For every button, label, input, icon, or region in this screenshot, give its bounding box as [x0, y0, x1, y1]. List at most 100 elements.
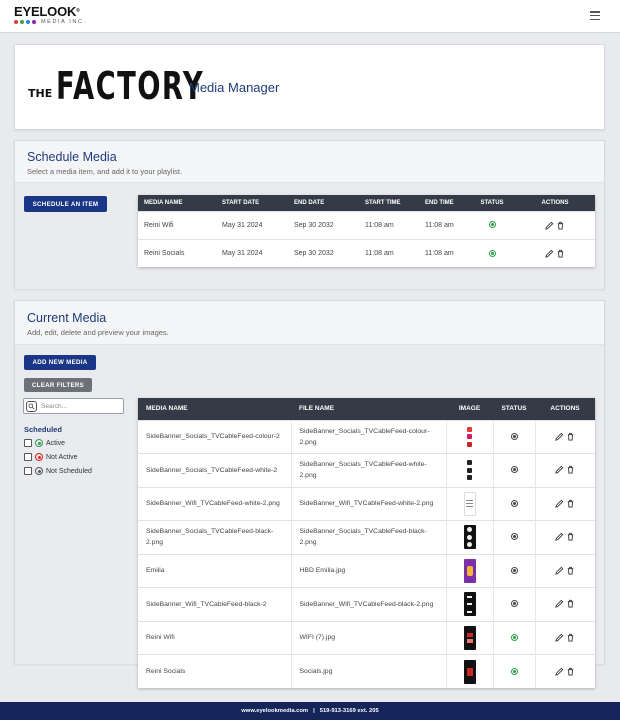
logo-dot-purple: [32, 20, 36, 24]
social-dark-icon[interactable]: [463, 525, 476, 550]
delete-trash-icon[interactable]: [566, 667, 575, 676]
current-media-body: ADD NEW MEDIA CLEAR FILTERS Search... Sc…: [15, 345, 604, 688]
edit-pencil-icon[interactable]: [555, 432, 564, 441]
cell-media-name: SideBanner_Wifi_TVCableFeed-white-2.png: [138, 486, 291, 521]
eyelook-logo[interactable]: EYELOOK® MEDIA INC.: [14, 5, 87, 25]
col-status: STATUS: [469, 195, 515, 211]
status-active-icon: [488, 249, 496, 257]
filter-title: Scheduled: [24, 425, 62, 434]
media-table: MEDIA NAME FILE NAME IMAGE STATUS ACTION…: [138, 398, 595, 688]
table-row: SideBanner_Wifi_TVCableFeed-white-2.png S…: [138, 486, 595, 521]
wifi-red-icon[interactable]: [463, 625, 476, 650]
cell-media-name: SideBanner_Socials_TVCableFeed-black-2.p…: [138, 520, 291, 554]
col-file-name[interactable]: FILE NAME: [291, 398, 446, 420]
current-media-subtitle: Add, edit, delete and preview your image…: [27, 328, 169, 337]
socials-red-icon[interactable]: [463, 659, 476, 684]
status-not-active-icon: [35, 453, 43, 461]
cell-media-name: SideBanner_Wifi_TVCableFeed-black-2: [138, 587, 291, 621]
cell-media-name: SideBanner_Socials_TVCableFeed-colour-2: [138, 419, 291, 454]
schedule-media-card: Schedule Media Select a media item, and …: [14, 140, 605, 289]
filter-checkbox[interactable]: [24, 439, 32, 447]
page-title: Media Manager: [189, 80, 280, 95]
cell-file-name: HBD Emilia.jpg: [290, 553, 446, 588]
edit-pencil-icon[interactable]: [555, 532, 564, 542]
cell-file-name: SideBanner_Wifi_TVCableFeed-black-2.png: [290, 587, 446, 621]
edit-pencil-icon[interactable]: [555, 465, 564, 475]
status-not-scheduled-icon: [510, 566, 518, 574]
cell-file-name: Socials.jpg: [290, 654, 446, 688]
col-end-time[interactable]: END TIME: [419, 195, 469, 211]
table-row: SideBanner_Socials_TVCableFeed-black-2.p…: [138, 520, 595, 554]
cell-end-date: Sep 30 2032: [288, 210, 359, 239]
delete-trash-icon[interactable]: [556, 221, 565, 230]
col-end-date[interactable]: END DATE: [288, 195, 359, 211]
edit-pencil-icon[interactable]: [545, 221, 554, 230]
filter-not-active[interactable]: Not Active: [24, 453, 78, 461]
schedule-media-subtitle: Select a media item, and add it to your …: [27, 167, 183, 176]
media-table-header: MEDIA NAME FILE NAME IMAGE STATUS ACTION…: [138, 398, 595, 420]
cell-media-name: SideBanner_Socials_TVCableFeed-white-2: [138, 453, 291, 487]
table-row: SideBanner_Socials_TVCableFeed-colour-2 S…: [138, 419, 595, 454]
delete-trash-icon[interactable]: [566, 566, 575, 575]
cell-media-name: Reini Wifi: [138, 620, 291, 655]
table-row: Reini Wifi May 31 2024 Sep 30 2032 11:08…: [138, 210, 595, 239]
clear-filters-button[interactable]: CLEAR FILTERS: [24, 378, 92, 392]
col-status: STATUS: [493, 398, 535, 420]
wifi-dark-icon[interactable]: [463, 592, 476, 617]
delete-trash-icon[interactable]: [566, 532, 575, 542]
col-start-time[interactable]: START TIME: [359, 195, 419, 211]
schedule-item-button[interactable]: SCHEDULE AN ITEM: [24, 196, 107, 212]
table-row: Reini Socials May 31 2024 Sep 30 2032 11…: [138, 238, 595, 267]
social-mono-icon[interactable]: [463, 458, 476, 483]
cell-file-name: SideBanner_Wifi_TVCableFeed-white-2.png: [290, 486, 446, 521]
logo-dot-green: [20, 20, 24, 24]
footer: www.eyelookmedia.com | 519-913-3169 ext.…: [0, 702, 620, 720]
edit-pencil-icon[interactable]: [555, 667, 564, 676]
delete-trash-icon[interactable]: [566, 599, 575, 609]
col-start-date[interactable]: START DATE: [216, 195, 288, 211]
cell-start-time: 11:08 am: [359, 210, 419, 239]
edit-pencil-icon[interactable]: [555, 566, 564, 575]
col-media-name[interactable]: MEDIA NAME: [138, 195, 216, 211]
edit-pencil-icon[interactable]: [555, 633, 564, 642]
logo-dot-blue: [26, 20, 30, 24]
client-logo-word: FACTORY: [56, 64, 205, 108]
current-media-header: Current Media Add, edit, delete and prev…: [15, 301, 604, 345]
edit-pencil-icon[interactable]: [555, 599, 564, 609]
hamburger-menu-icon[interactable]: [590, 11, 600, 20]
cell-media-name: Reini Socials: [138, 238, 216, 267]
schedule-media-title: Schedule Media: [27, 150, 117, 164]
edit-pencil-icon[interactable]: [555, 499, 564, 508]
footer-website-link[interactable]: www.eyelookmedia.com: [241, 708, 308, 714]
current-media-card: Current Media Add, edit, delete and prev…: [14, 300, 605, 688]
logo-dot-red: [14, 20, 18, 24]
search-input[interactable]: Search...: [23, 398, 124, 414]
filter-checkbox[interactable]: [24, 453, 32, 461]
delete-trash-icon[interactable]: [556, 249, 565, 258]
birthday-icon[interactable]: [463, 558, 476, 583]
status-active-icon: [35, 439, 43, 447]
delete-trash-icon[interactable]: [566, 633, 575, 642]
status-not-scheduled-icon: [510, 600, 518, 608]
filter-not-scheduled[interactable]: Not Scheduled: [24, 467, 92, 475]
table-row: SideBanner_Wifi_TVCableFeed-black-2 SideB…: [138, 587, 595, 621]
wifi-white-icon[interactable]: [463, 491, 476, 516]
social-colour-icon[interactable]: [463, 424, 476, 449]
logo-brand-name: EYELOOK: [14, 4, 77, 19]
delete-trash-icon[interactable]: [566, 465, 575, 475]
edit-pencil-icon[interactable]: [545, 249, 554, 258]
col-media-name[interactable]: MEDIA NAME: [138, 398, 291, 420]
filter-active[interactable]: Active: [24, 439, 65, 447]
filter-checkbox[interactable]: [24, 467, 32, 475]
delete-trash-icon[interactable]: [566, 499, 575, 508]
col-image: IMAGE: [446, 398, 493, 420]
status-not-scheduled-icon: [510, 533, 518, 541]
add-new-media-button[interactable]: ADD NEW MEDIA: [24, 355, 96, 370]
delete-trash-icon[interactable]: [566, 432, 575, 441]
col-actions: ACTIONS: [515, 195, 595, 211]
current-media-title: Current Media: [27, 311, 107, 325]
cell-start-date: May 31 2024: [216, 210, 288, 239]
client-logo-the: THE: [28, 87, 53, 100]
cell-media-name: Reini Socials: [138, 654, 291, 688]
footer-phone: 519-913-3169 ext. 205: [319, 708, 379, 714]
